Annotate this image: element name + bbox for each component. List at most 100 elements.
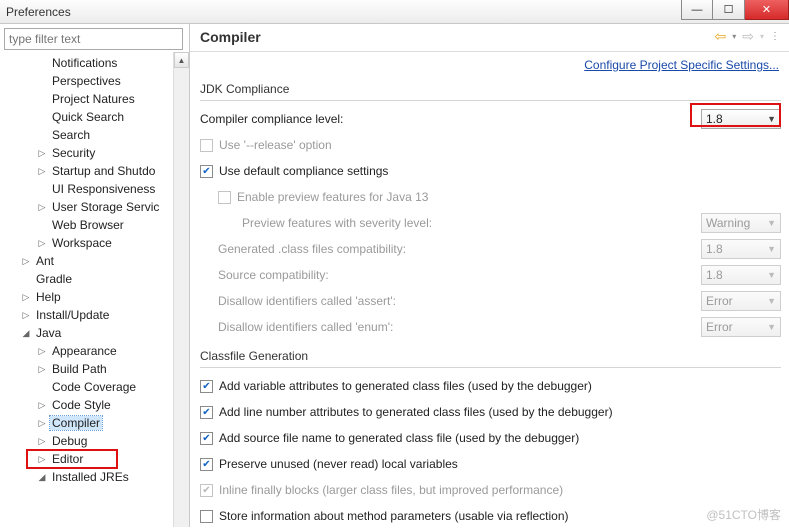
close-button[interactable]: ✕ bbox=[745, 0, 789, 20]
tree-item-label: Notifications bbox=[50, 56, 119, 70]
tree-item-ui-responsiveness[interactable]: UI Responsiveness bbox=[0, 180, 173, 198]
tree-item-label: Project Natures bbox=[50, 92, 137, 106]
back-icon[interactable]: ⇦ bbox=[715, 28, 727, 45]
tree-item-installed-jres[interactable]: ◢Installed JREs bbox=[0, 468, 173, 486]
cf-preserve-unused-checkbox[interactable]: ✔ bbox=[200, 458, 213, 471]
tree-collapsed-icon[interactable]: ▷ bbox=[36, 363, 48, 375]
preview-severity-value: Warning bbox=[706, 216, 750, 230]
tree-item-appearance[interactable]: ▷Appearance bbox=[0, 342, 173, 360]
tree-item-quick-search[interactable]: Quick Search bbox=[0, 108, 173, 126]
tree-item-label: Quick Search bbox=[50, 110, 126, 124]
title-bar: Preferences — ☐ ✕ bbox=[0, 0, 789, 24]
tree-collapsed-icon[interactable]: ▷ bbox=[36, 435, 48, 447]
tree-scrollbar[interactable]: ▲ bbox=[173, 52, 189, 527]
tree-collapsed-icon[interactable]: ▷ bbox=[36, 201, 48, 213]
tree-collapsed-icon[interactable]: ▷ bbox=[20, 255, 32, 267]
tree-leaf-icon bbox=[36, 381, 48, 393]
enum-value: Error bbox=[706, 320, 733, 334]
use-release-checkbox bbox=[200, 139, 213, 152]
tree-collapsed-icon[interactable]: ▷ bbox=[20, 309, 32, 321]
chevron-down-icon: ▼ bbox=[767, 244, 776, 254]
assert-label: Disallow identifiers called 'assert': bbox=[218, 294, 396, 308]
source-compat-value: 1.8 bbox=[706, 268, 723, 282]
tree-item-user-storage-servic[interactable]: ▷User Storage Servic bbox=[0, 198, 173, 216]
cf-inline-finally-checkbox: ✔ bbox=[200, 484, 213, 497]
generated-compat-dropdown: 1.8 ▼ bbox=[701, 239, 781, 259]
preview-severity-dropdown: Warning ▼ bbox=[701, 213, 781, 233]
tree-item-label: Startup and Shutdo bbox=[50, 164, 157, 178]
tree-collapsed-icon[interactable]: ▷ bbox=[36, 147, 48, 159]
source-compat-dropdown: 1.8 ▼ bbox=[701, 265, 781, 285]
use-default-checkbox[interactable]: ✔ bbox=[200, 165, 213, 178]
tree-expanded-icon[interactable]: ◢ bbox=[36, 471, 48, 483]
tree-item-label: UI Responsiveness bbox=[50, 182, 157, 196]
source-compat-label: Source compatibility: bbox=[218, 268, 329, 282]
tree-item-security[interactable]: ▷Security bbox=[0, 144, 173, 162]
tree-item-search[interactable]: Search bbox=[0, 126, 173, 144]
tree-item-notifications[interactable]: Notifications bbox=[0, 54, 173, 72]
tree-leaf-icon bbox=[36, 183, 48, 195]
tree-item-label: Compiler bbox=[50, 416, 102, 430]
tree-item-label: Search bbox=[50, 128, 92, 142]
compliance-level-dropdown[interactable]: 1.8 ▼ bbox=[701, 109, 781, 129]
tree-collapsed-icon[interactable]: ▷ bbox=[36, 399, 48, 411]
tree-item-label: Gradle bbox=[34, 272, 74, 286]
tree-collapsed-icon[interactable]: ▷ bbox=[36, 237, 48, 249]
tree-collapsed-icon[interactable]: ▷ bbox=[36, 345, 48, 357]
tree-collapsed-icon[interactable]: ▷ bbox=[20, 291, 32, 303]
tree-leaf-icon bbox=[36, 111, 48, 123]
tree-leaf-icon bbox=[36, 129, 48, 141]
tree-item-compiler[interactable]: ▷Compiler bbox=[0, 414, 173, 432]
tree-item-code-coverage[interactable]: Code Coverage bbox=[0, 378, 173, 396]
enable-preview-label: Enable preview features for Java 13 bbox=[237, 190, 428, 204]
cf-line-num-checkbox[interactable]: ✔ bbox=[200, 406, 213, 419]
chevron-down-icon: ▼ bbox=[767, 270, 776, 280]
tree-item-help[interactable]: ▷Help bbox=[0, 288, 173, 306]
assert-dropdown: Error ▼ bbox=[701, 291, 781, 311]
chevron-down-icon: ▼ bbox=[767, 296, 776, 306]
configure-project-link[interactable]: Configure Project Specific Settings... bbox=[584, 58, 779, 72]
tree-collapsed-icon[interactable]: ▷ bbox=[36, 165, 48, 177]
cf-line-num-label: Add line number attributes to generated … bbox=[219, 405, 613, 419]
tree-item-project-natures[interactable]: Project Natures bbox=[0, 90, 173, 108]
tree-item-install-update[interactable]: ▷Install/Update bbox=[0, 306, 173, 324]
cf-source-name-checkbox[interactable]: ✔ bbox=[200, 432, 213, 445]
tree-item-debug[interactable]: ▷Debug bbox=[0, 432, 173, 450]
tree-item-gradle[interactable]: Gradle bbox=[0, 270, 173, 288]
tree-collapsed-icon[interactable]: ▷ bbox=[36, 453, 48, 465]
tree-item-build-path[interactable]: ▷Build Path bbox=[0, 360, 173, 378]
tree-item-workspace[interactable]: ▷Workspace bbox=[0, 234, 173, 252]
chevron-down-icon: ▼ bbox=[767, 218, 776, 228]
tree-item-java[interactable]: ◢Java bbox=[0, 324, 173, 342]
generated-compat-value: 1.8 bbox=[706, 242, 723, 256]
tree-item-label: Build Path bbox=[50, 362, 109, 376]
filter-input[interactable] bbox=[4, 28, 183, 50]
compliance-level-label: Compiler compliance level: bbox=[200, 112, 343, 126]
back-menu-icon[interactable]: ▾ bbox=[732, 32, 736, 41]
cf-var-attr-checkbox[interactable]: ✔ bbox=[200, 380, 213, 393]
tree-item-code-style[interactable]: ▷Code Style bbox=[0, 396, 173, 414]
page-title: Compiler bbox=[200, 29, 261, 45]
forward-icon: ⇨ bbox=[742, 28, 754, 45]
tree-item-ant[interactable]: ▷Ant bbox=[0, 252, 173, 270]
forward-menu-icon: ▾ bbox=[760, 32, 764, 41]
tree-leaf-icon bbox=[36, 93, 48, 105]
minimize-button[interactable]: — bbox=[681, 0, 713, 20]
preview-severity-label: Preview features with severity level: bbox=[242, 216, 432, 230]
tree-collapsed-icon[interactable]: ▷ bbox=[36, 417, 48, 429]
maximize-button[interactable]: ☐ bbox=[713, 0, 745, 20]
view-menu-icon[interactable]: ⋮ bbox=[770, 31, 781, 42]
chevron-down-icon: ▼ bbox=[767, 322, 776, 332]
jdk-compliance-legend: JDK Compliance bbox=[200, 82, 781, 96]
tree-item-editor[interactable]: ▷Editor bbox=[0, 450, 173, 468]
scroll-up-icon[interactable]: ▲ bbox=[174, 52, 189, 68]
tree-item-label: Install/Update bbox=[34, 308, 111, 322]
tree-item-label: Security bbox=[50, 146, 97, 160]
tree-item-web-browser[interactable]: Web Browser bbox=[0, 216, 173, 234]
tree-item-startup-and-shutdo[interactable]: ▷Startup and Shutdo bbox=[0, 162, 173, 180]
tree-item-label: Perspectives bbox=[50, 74, 123, 88]
tree-item-perspectives[interactable]: Perspectives bbox=[0, 72, 173, 90]
cf-method-params-checkbox[interactable] bbox=[200, 510, 213, 523]
tree-expanded-icon[interactable]: ◢ bbox=[20, 327, 32, 339]
preference-tree[interactable]: Notifications Perspectives Project Natures… bbox=[0, 52, 173, 527]
